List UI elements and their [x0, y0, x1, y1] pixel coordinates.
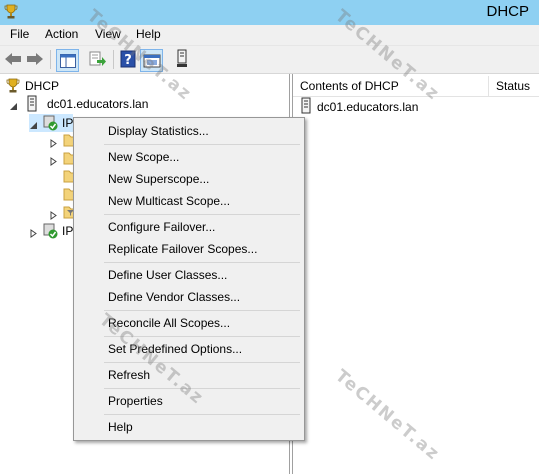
window-title: DHCP — [486, 3, 529, 20]
show-hide-console-tree-icon[interactable] — [56, 49, 79, 72]
tree-label: IP — [62, 224, 74, 238]
menu-item-new-multicast-scope[interactable]: New Multicast Scope... — [108, 191, 230, 211]
list-item-label: dc01.educators.lan — [317, 100, 419, 114]
collapsed-arrow-icon[interactable] — [29, 227, 38, 238]
menu-separator — [104, 310, 300, 311]
ipv4-check-icon — [43, 115, 59, 131]
ipv6-check-icon — [43, 223, 59, 239]
menu-view[interactable]: View — [93, 27, 123, 41]
menu-item-define-vendor-classes[interactable]: Define Vendor Classes... — [108, 287, 240, 307]
help-icon[interactable]: ? — [118, 49, 138, 69]
server-icon — [27, 95, 43, 113]
menu-item-replicate-failover-scopes[interactable]: Replicate Failover Scopes... — [108, 239, 257, 259]
dhcp-trophy-icon — [5, 78, 21, 94]
menu-item-define-user-classes[interactable]: Define User Classes... — [108, 265, 227, 285]
menu-item-new-scope[interactable]: New Scope... — [108, 147, 179, 167]
export-list-icon[interactable] — [88, 49, 108, 69]
menu-help[interactable]: Help — [134, 27, 163, 41]
tree-item-ipv4[interactable]: IP — [29, 114, 74, 132]
back-arrow-icon[interactable] — [3, 49, 23, 69]
menu-separator — [104, 214, 300, 215]
title-bar: DHCP — [0, 0, 539, 25]
toolbar-separator — [50, 50, 51, 69]
forward-arrow-icon[interactable] — [25, 49, 45, 69]
menu-item-reconcile-all-scopes[interactable]: Reconcile All Scopes... — [108, 313, 230, 333]
tree-label: IP — [62, 116, 74, 130]
collapsed-arrow-icon[interactable] — [49, 155, 58, 166]
menu-item-refresh[interactable]: Refresh — [108, 365, 150, 385]
menu-item-new-superscope[interactable]: New Superscope... — [108, 169, 209, 189]
list-item[interactable]: dc01.educators.lan — [301, 97, 419, 117]
context-menu: Display Statistics... New Scope... New S… — [73, 117, 305, 441]
menu-bar: File Action View Help — [0, 25, 539, 46]
collapsed-arrow-icon[interactable] — [49, 209, 58, 220]
column-header-contents[interactable]: Contents of DHCP — [293, 76, 489, 97]
menu-separator — [104, 262, 300, 263]
toolbar-separator — [113, 50, 114, 69]
collapsed-arrow-icon[interactable] — [49, 137, 58, 148]
server-icon — [301, 97, 311, 117]
menu-separator — [104, 144, 300, 145]
tree-item-server[interactable]: dc01.educators.lan — [9, 95, 148, 113]
column-header-status[interactable]: Status — [489, 76, 539, 97]
menu-item-properties[interactable]: Properties — [108, 391, 163, 411]
results-list[interactable]: Contents of DHCP Status dc01.educators.l… — [292, 74, 539, 474]
tree-label: DHCP — [25, 79, 60, 93]
tree-label: dc01.educators.lan — [47, 97, 149, 111]
svg-text:?: ? — [124, 53, 132, 68]
expanded-arrow-icon[interactable] — [29, 119, 38, 129]
menu-separator — [104, 414, 300, 415]
tree-item-dhcp[interactable]: DHCP — [5, 77, 59, 95]
menu-item-set-predefined-options[interactable]: Set Predefined Options... — [108, 339, 242, 359]
menu-item-display-statistics[interactable]: Display Statistics... — [108, 121, 209, 141]
tree-item-ipv6[interactable]: IP — [29, 222, 73, 240]
toolbar: ? — [0, 46, 539, 74]
menu-separator — [104, 336, 300, 337]
menu-item-help[interactable]: Help — [108, 417, 133, 437]
dhcp-trophy-icon — [4, 4, 18, 20]
menu-separator — [104, 388, 300, 389]
menu-action[interactable]: Action — [43, 27, 80, 41]
menu-item-configure-failover[interactable]: Configure Failover... — [108, 217, 215, 237]
server-icon[interactable] — [172, 49, 192, 69]
menu-file[interactable]: File — [8, 27, 31, 41]
properties-icon[interactable] — [140, 49, 163, 72]
menu-separator — [104, 362, 300, 363]
expanded-arrow-icon[interactable] — [9, 100, 18, 110]
